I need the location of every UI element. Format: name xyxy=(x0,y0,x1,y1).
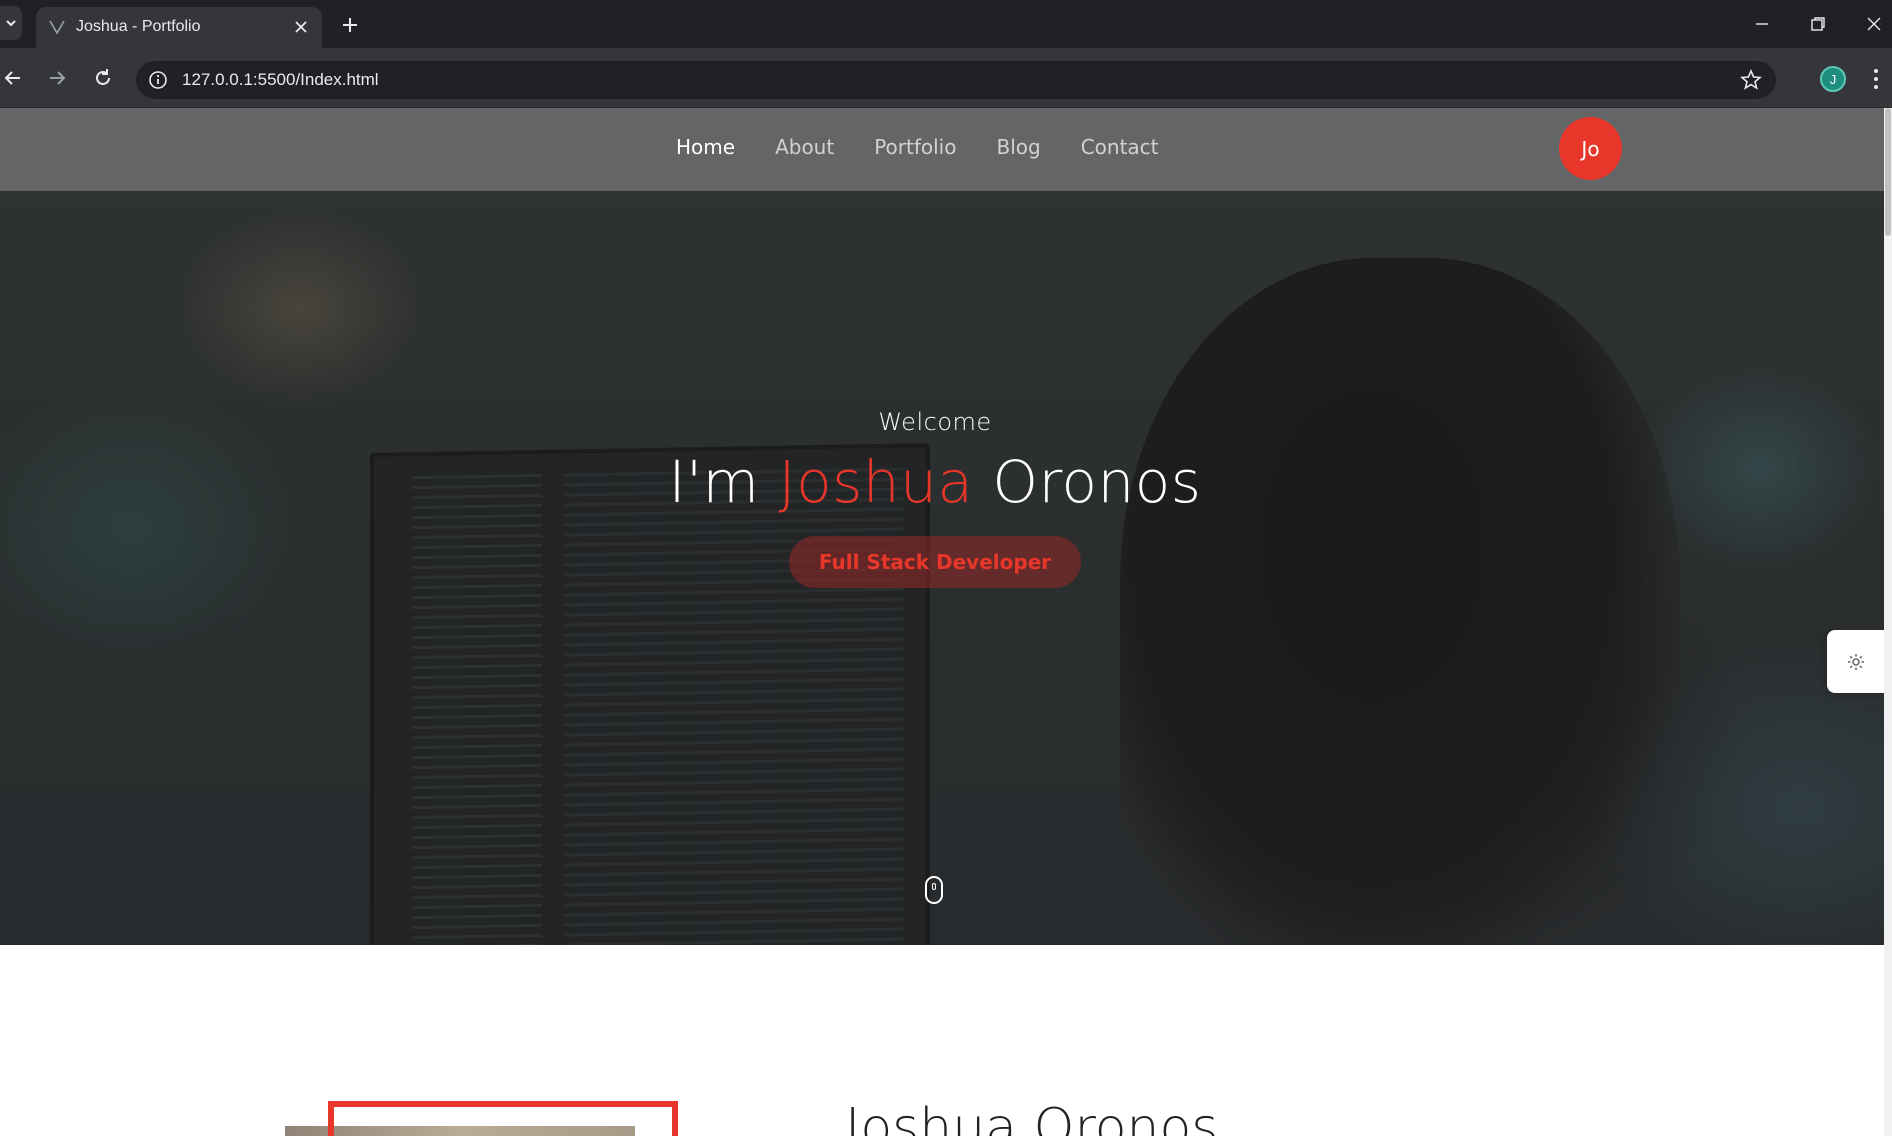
nav-links: Home About Portfolio Blog Contact xyxy=(676,135,1199,159)
close-icon[interactable] xyxy=(292,18,310,36)
about-title: Joshua Oronos xyxy=(845,1098,1219,1136)
tab-title: Joshua - Portfolio xyxy=(76,18,201,35)
nav-link-portfolio[interactable]: Portfolio xyxy=(874,135,956,159)
info-icon[interactable] xyxy=(148,70,168,90)
hero-first-name: Joshua xyxy=(778,448,974,516)
nav-link-blog[interactable]: Blog xyxy=(996,135,1040,159)
profile-avatar[interactable]: J xyxy=(1820,66,1846,92)
browser-toolbar: 127.0.0.1:5500/Index.html J xyxy=(0,48,1892,108)
reload-icon[interactable] xyxy=(90,65,116,91)
browser-tab[interactable]: Joshua - Portfolio xyxy=(36,7,322,48)
forward-arrow-icon[interactable] xyxy=(44,65,70,91)
mouse-scroll-icon[interactable] xyxy=(925,876,943,904)
hero-last-name: Oronos xyxy=(992,448,1202,516)
restore-icon[interactable] xyxy=(1806,12,1830,36)
nav-link-home[interactable]: Home xyxy=(676,135,735,159)
address-bar[interactable]: 127.0.0.1:5500/Index.html xyxy=(136,61,1776,99)
minimize-icon[interactable] xyxy=(1750,12,1774,36)
settings-toggle-button[interactable] xyxy=(1827,630,1884,693)
chevron-down-icon xyxy=(6,20,16,27)
browser-tab-bar: Joshua - Portfolio xyxy=(0,0,1892,48)
gear-icon xyxy=(1847,653,1864,670)
hero-name-prefix: I'm xyxy=(668,448,760,516)
hero-heading: I'm Joshua Oronos xyxy=(0,448,1870,516)
close-window-icon[interactable] xyxy=(1862,12,1886,36)
site-logo[interactable]: Jo xyxy=(1559,117,1622,180)
nav-link-contact[interactable]: Contact xyxy=(1081,135,1159,159)
about-photo-frame xyxy=(328,1101,678,1136)
page-viewport: Welcome I'm Joshua Oronos Full Stack Dev… xyxy=(0,108,1892,1136)
scrollbar-thumb[interactable] xyxy=(1885,108,1891,236)
nav-link-about[interactable]: About xyxy=(775,135,834,159)
url-text[interactable]: 127.0.0.1:5500/Index.html xyxy=(182,70,379,90)
hero-section: Welcome I'm Joshua Oronos Full Stack Dev… xyxy=(0,108,1884,945)
hero-welcome: Welcome xyxy=(878,408,992,436)
back-arrow-icon[interactable] xyxy=(0,65,26,91)
kebab-menu-icon[interactable] xyxy=(1868,66,1884,92)
vercel-favicon-icon xyxy=(49,20,65,35)
star-icon[interactable] xyxy=(1740,69,1762,91)
tab-search-button[interactable] xyxy=(0,6,22,40)
hero-role-badge: Full Stack Developer xyxy=(788,536,1082,588)
site-navbar: Home About Portfolio Blog Contact Jo xyxy=(0,108,1884,191)
plus-icon[interactable] xyxy=(338,13,362,37)
page-scrollbar[interactable] xyxy=(1884,108,1892,1136)
hero-content: Welcome I'm Joshua Oronos Full Stack Dev… xyxy=(0,408,1870,588)
